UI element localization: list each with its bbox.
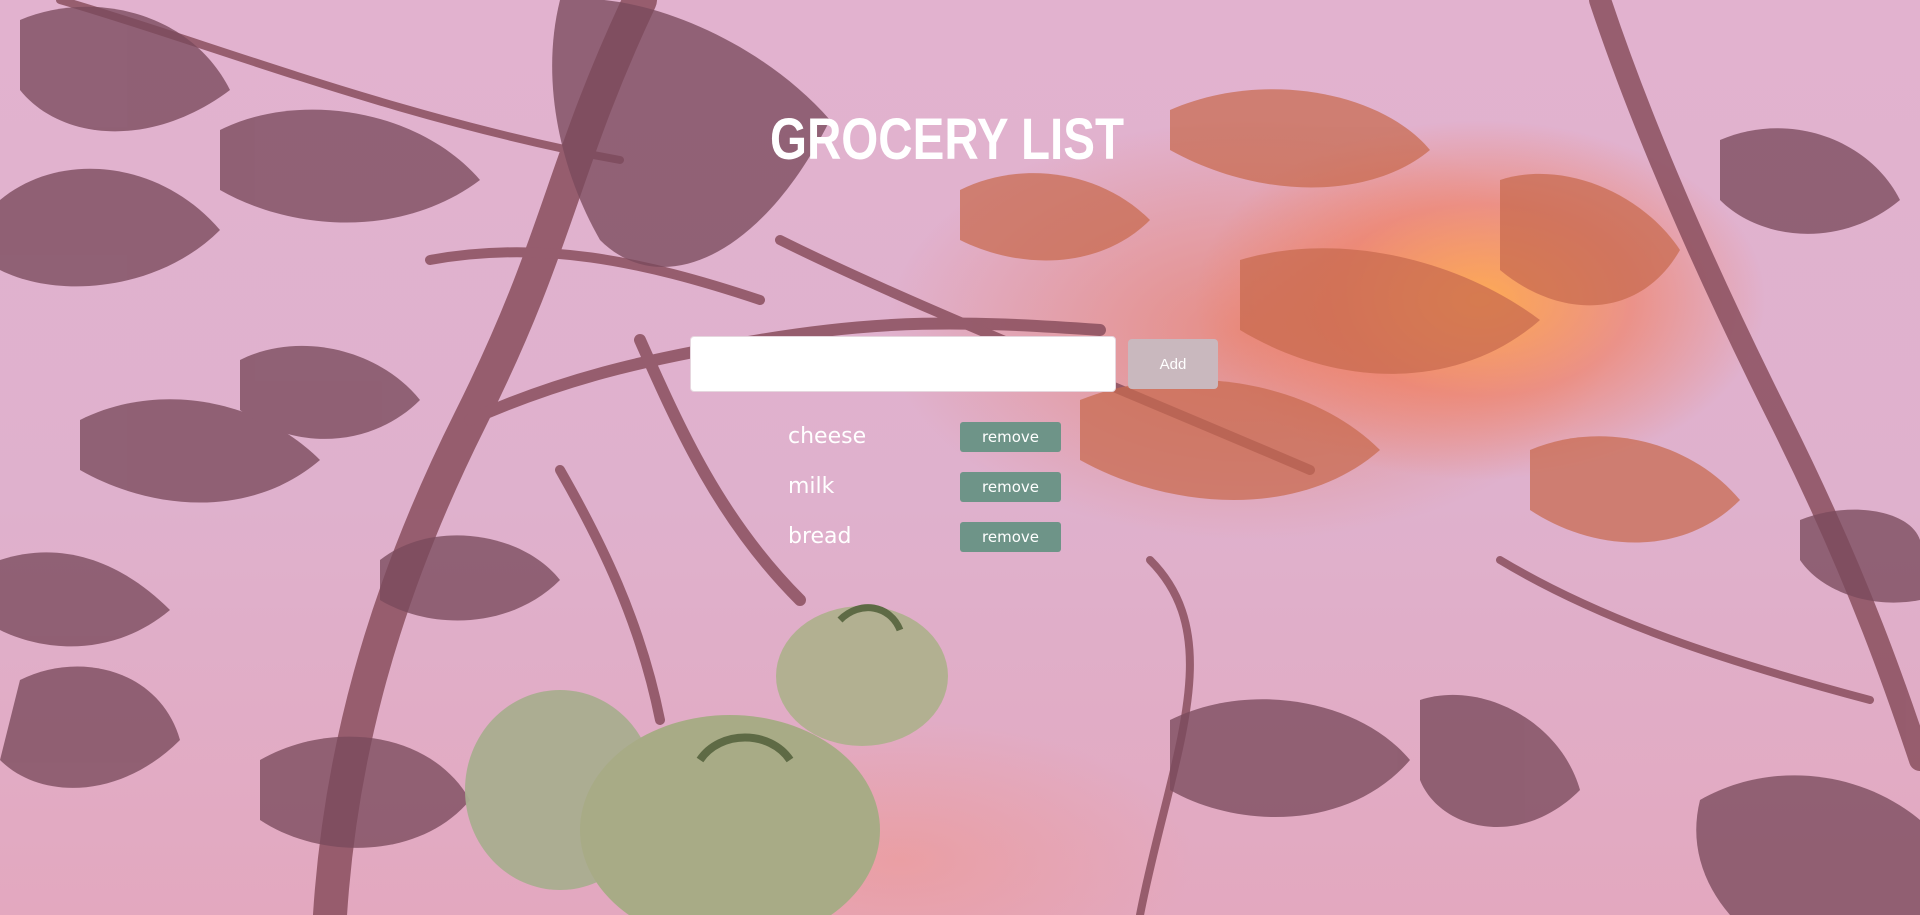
item-label: cheese	[788, 424, 867, 449]
add-item-form: Add	[690, 335, 1218, 393]
item-label: milk	[788, 474, 835, 499]
grocery-list: cheese remove milk remove bread remove	[788, 412, 1088, 562]
list-item: milk remove	[788, 462, 1088, 512]
remove-button[interactable]: remove	[960, 472, 1061, 502]
remove-button[interactable]: remove	[960, 522, 1061, 552]
page-title: GROCERY LIST	[769, 107, 1125, 172]
remove-button[interactable]: remove	[960, 422, 1061, 452]
list-item: bread remove	[788, 512, 1088, 562]
item-input[interactable]	[690, 336, 1116, 392]
add-button[interactable]: Add	[1128, 339, 1218, 389]
item-label: bread	[788, 524, 852, 549]
list-item: cheese remove	[788, 412, 1088, 462]
